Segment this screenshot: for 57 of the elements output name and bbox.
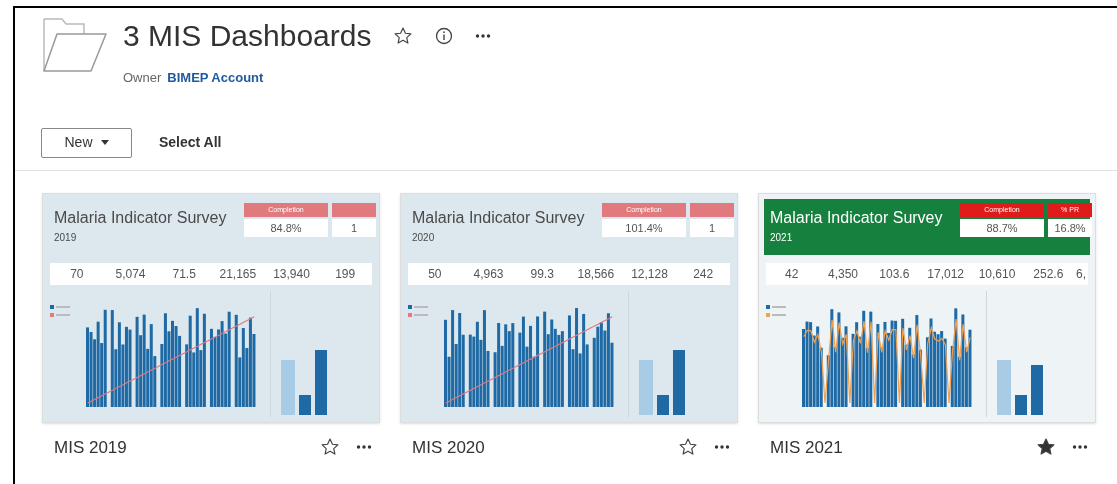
dashboard-year: 2019: [54, 230, 78, 245]
folder-title: 3 MIS Dashboards: [123, 18, 372, 54]
stat-value: 17,012: [926, 265, 965, 283]
legend-drawing: [50, 304, 70, 317]
kpi-value: 1: [332, 218, 376, 237]
select-all-link[interactable]: Select All: [159, 132, 222, 153]
workbook-name[interactable]: MIS 2019: [54, 434, 304, 460]
kpi-label-background: [332, 202, 376, 217]
info-icon[interactable]: [435, 27, 454, 45]
kpi-label-background: [690, 202, 734, 217]
more-icon[interactable]: [475, 33, 492, 39]
stat-value: 71.5: [171, 265, 197, 283]
more-icon[interactable]: [356, 444, 372, 451]
dashboard-title: Malaria Indicator Survey: [54, 208, 228, 227]
legend-drawing: [766, 304, 786, 317]
stat-value: 13,940: [272, 265, 311, 283]
more-icon[interactable]: [1072, 444, 1088, 451]
more-icon[interactable]: [714, 444, 730, 451]
dashboard-year: 2020: [412, 230, 436, 245]
stat-value: 70: [69, 265, 85, 283]
dashboard-year: 2021: [770, 230, 794, 245]
stat-value: 18,566: [576, 265, 616, 283]
stat-value: 242: [692, 265, 715, 283]
star-icon[interactable]: [678, 437, 698, 458]
stat-value: 12,128: [630, 265, 669, 283]
dashboard-title: Malaria Indicator Survey: [770, 208, 944, 227]
stat-value: 4,963: [472, 265, 505, 283]
stat-value: 4,350: [826, 265, 859, 283]
caret-icon: [100, 140, 109, 145]
star-icon[interactable]: [320, 437, 340, 458]
stat-value: 103.6: [878, 265, 911, 283]
stat-value: 5,074: [114, 265, 147, 283]
kpi-value: 101.4%: [602, 218, 686, 237]
kpi-value: 84.8%: [244, 218, 328, 237]
stat-value: 10,610: [977, 265, 1017, 283]
workbook-name[interactable]: MIS 2020: [412, 434, 662, 460]
owner-link[interactable]: BIMEP Account: [167, 68, 264, 88]
kpi-value: 88.7%: [960, 218, 1044, 237]
stat-value: 199: [334, 265, 357, 283]
workbook-name[interactable]: MIS 2021: [770, 434, 1020, 460]
stat-value: 6,: [1074, 265, 1087, 283]
star-icon[interactable]: [393, 26, 414, 46]
legend-drawing: [408, 304, 428, 317]
folder-icon: [41, 16, 109, 74]
kpi-value: 1: [690, 218, 734, 237]
stat-value: 99.3: [529, 265, 555, 283]
stat-value: 42: [784, 265, 800, 283]
dashboard-title: Malaria Indicator Survey: [412, 208, 586, 227]
demographics-chart-drawing: [281, 349, 327, 415]
star-icon[interactable]: [1036, 437, 1056, 458]
demographics-chart-drawing: [639, 349, 685, 415]
kpi-value: 16.8%: [1048, 218, 1092, 237]
stat-value: 21,165: [218, 265, 258, 283]
new-button[interactable]: New: [41, 127, 132, 158]
owner-label: Owner: [123, 69, 162, 87]
stat-value: 50: [427, 265, 443, 283]
stat-value: 252.6: [1032, 265, 1065, 283]
